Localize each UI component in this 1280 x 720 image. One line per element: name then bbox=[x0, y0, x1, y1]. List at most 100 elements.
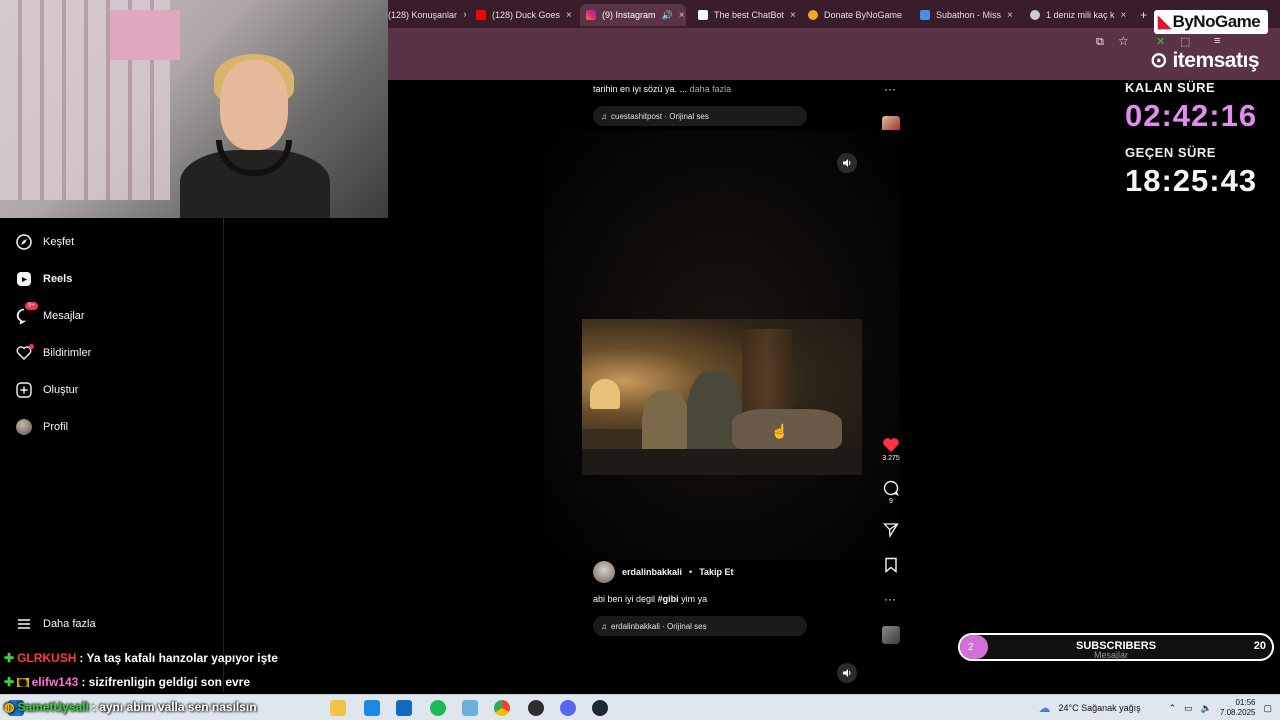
like-button[interactable]: 3.275 bbox=[880, 437, 902, 462]
bookmark-star-icon[interactable]: ☆ bbox=[1118, 34, 1129, 48]
more-link[interactable]: daha fazla bbox=[690, 84, 732, 94]
streamer bbox=[180, 54, 330, 218]
tab-close-icon[interactable]: × bbox=[1007, 10, 1013, 21]
share-button[interactable] bbox=[880, 522, 902, 538]
audio-label: cuestashitpost · Orijinal ses bbox=[611, 111, 709, 121]
browser-tab[interactable]: (128) Duck Goes × bbox=[470, 4, 574, 26]
tray-chevron-icon[interactable]: ⌃ bbox=[1169, 703, 1177, 714]
clock[interactable]: 01:56 7.08.2025 bbox=[1220, 698, 1256, 718]
send-icon bbox=[883, 523, 899, 538]
clock-date: 7.08.2025 bbox=[1219, 708, 1256, 717]
sidebar-item-explore[interactable]: Keşfet bbox=[16, 230, 74, 254]
browser-tab-active[interactable]: (9) Instagram 🔊 × bbox=[580, 4, 686, 26]
author-username[interactable]: erdalinbakkali bbox=[622, 567, 682, 577]
elapsed-value: 18:25:43 bbox=[1125, 163, 1258, 198]
author-avatar[interactable] bbox=[593, 561, 615, 583]
media-controls-icon[interactable]: ≡ bbox=[1214, 35, 1220, 47]
tab-label: (128) Duck Goes bbox=[492, 10, 561, 20]
tab-label: Subathon - Miss bbox=[936, 10, 1002, 20]
audio-pill[interactable]: ♫ erdalinbakkali · Orijinal ses bbox=[593, 616, 807, 636]
sound-toggle-button[interactable] bbox=[837, 663, 857, 683]
tab-close-icon[interactable]: × bbox=[1121, 10, 1127, 21]
compass-icon bbox=[16, 234, 32, 250]
music-note-icon: ♫ bbox=[601, 111, 607, 121]
address-bar[interactable]: ⧉ ☆ ✕ ⬚ ≡ bbox=[388, 28, 1280, 56]
follow-button[interactable]: Takip Et bbox=[699, 567, 733, 577]
sidebar-item-label: Keşfet bbox=[43, 236, 75, 248]
save-button[interactable] bbox=[880, 557, 902, 573]
sidebar-item-profile[interactable]: Profil bbox=[16, 415, 68, 439]
itemsatis-logo: ⊙ itemsatış bbox=[1150, 48, 1259, 73]
sidebar-item-messages[interactable]: 9+ Mesajlar bbox=[16, 302, 85, 328]
settings-app-icon[interactable] bbox=[462, 700, 478, 716]
instagram-sidebar: Keşfet Reels 9+ Mesajlar Bildirimler Olu… bbox=[0, 218, 224, 692]
file-explorer-icon[interactable] bbox=[330, 700, 346, 716]
reel-caption: abi ben iyi degil #gibi yim ya bbox=[593, 594, 707, 604]
more-options-icon[interactable]: ··· bbox=[884, 82, 896, 96]
brand-label: ByNoGame bbox=[1172, 12, 1261, 31]
notifications-icon[interactable]: ▢ bbox=[1263, 703, 1272, 714]
spotify-icon[interactable] bbox=[430, 700, 446, 716]
reels-icon bbox=[16, 271, 32, 287]
discord-icon[interactable] bbox=[560, 700, 576, 716]
tab-close-icon[interactable]: × bbox=[566, 10, 572, 21]
subs-current: 2 bbox=[960, 635, 988, 659]
chrome-icon[interactable] bbox=[494, 700, 510, 716]
volume-icon[interactable]: 🔈 bbox=[1201, 703, 1212, 714]
outlook-icon[interactable] bbox=[396, 700, 412, 716]
network-icon[interactable]: ▭ bbox=[1184, 703, 1193, 714]
youtube-icon bbox=[476, 10, 486, 20]
lamp bbox=[590, 379, 620, 409]
sound-toggle-button[interactable] bbox=[837, 153, 857, 173]
remaining-label: KALAN SÜRE bbox=[1125, 80, 1216, 95]
google-icon bbox=[1030, 10, 1040, 20]
tab-close-icon[interactable]: × bbox=[790, 10, 796, 21]
caption-text: yim ya bbox=[681, 594, 708, 604]
chat-text: : sizifrenligin geldigi son evre bbox=[81, 675, 251, 689]
avatar-icon bbox=[16, 419, 32, 435]
puzzle-icon[interactable]: ⬚ bbox=[1180, 35, 1190, 48]
subscriber-goal-bar: 2 SUBSCRIBERS Mesajlar 20 bbox=[958, 633, 1274, 661]
sidebar-item-reels[interactable]: Reels bbox=[16, 267, 72, 291]
sidebar-item-more[interactable]: Daha fazla bbox=[16, 612, 96, 636]
plus-square-icon bbox=[16, 382, 32, 398]
browser-tab[interactable]: The best ChatBot × bbox=[692, 4, 796, 26]
browser-tab[interactable]: Donate ByNoGame × bbox=[802, 4, 908, 26]
hashtag-link[interactable]: #gibi bbox=[658, 594, 679, 604]
tab-label: Donate ByNoGame bbox=[824, 10, 903, 20]
bookmark-icon bbox=[885, 557, 897, 573]
audio-pill-top[interactable]: ♫ cuestashitpost · Orijinal ses bbox=[593, 106, 807, 126]
sidebar-item-create[interactable]: Oluştur bbox=[16, 378, 78, 402]
link-icon: ⊙ bbox=[1150, 49, 1168, 72]
vip-badge-icon: ◍ bbox=[4, 700, 15, 714]
steam-icon[interactable] bbox=[592, 700, 608, 716]
reel-caption-top: tarihin en iyi sözü ya. ... daha fazla bbox=[593, 84, 731, 94]
audio-thumbnail[interactable] bbox=[882, 626, 900, 644]
browser-tab[interactable]: Subathon - Miss × bbox=[914, 4, 1018, 26]
store-icon[interactable] bbox=[364, 700, 380, 716]
extension-icon[interactable]: ✕ bbox=[1156, 35, 1165, 48]
comment-button[interactable]: 9 bbox=[880, 480, 902, 505]
tab-label: The best ChatBot bbox=[714, 10, 785, 20]
wall-poster bbox=[110, 10, 180, 60]
browser-tab[interactable]: 1 deniz mili kaç k × bbox=[1024, 4, 1130, 26]
elapsed-label: GEÇEN SÜRE bbox=[1125, 145, 1216, 160]
music-note-icon: ♫ bbox=[601, 621, 607, 631]
hamburger-menu-icon bbox=[16, 616, 32, 632]
obs-icon[interactable] bbox=[528, 700, 544, 716]
tab-close-icon[interactable]: × bbox=[463, 10, 466, 21]
reel-author-row: erdalinbakkali • Takip Et bbox=[593, 561, 734, 583]
sidebar-item-notifications[interactable]: Bildirimler bbox=[16, 341, 91, 365]
chat-text: : Ya taş kafalı hanzolar yapıyor işte bbox=[79, 651, 278, 665]
new-tab-button[interactable]: + bbox=[1134, 4, 1152, 26]
browser-tab[interactable]: (128) Konuşanlar × bbox=[382, 4, 466, 26]
chat-text: : aynı abim valla sen nasılsın bbox=[91, 700, 257, 714]
messenger-icon: 9+ bbox=[16, 302, 38, 324]
bynogame-mark-icon: ◣ bbox=[1158, 12, 1171, 31]
sidebar-item-label: Oluştur bbox=[43, 384, 79, 396]
tab-close-icon[interactable]: × bbox=[679, 10, 685, 21]
more-options-icon[interactable]: ··· bbox=[884, 592, 896, 606]
install-app-icon[interactable]: ⧉ bbox=[1096, 36, 1104, 49]
reel-video[interactable] bbox=[582, 319, 862, 475]
weather-text[interactable]: 24°C Sağanak yağış bbox=[1058, 703, 1140, 713]
